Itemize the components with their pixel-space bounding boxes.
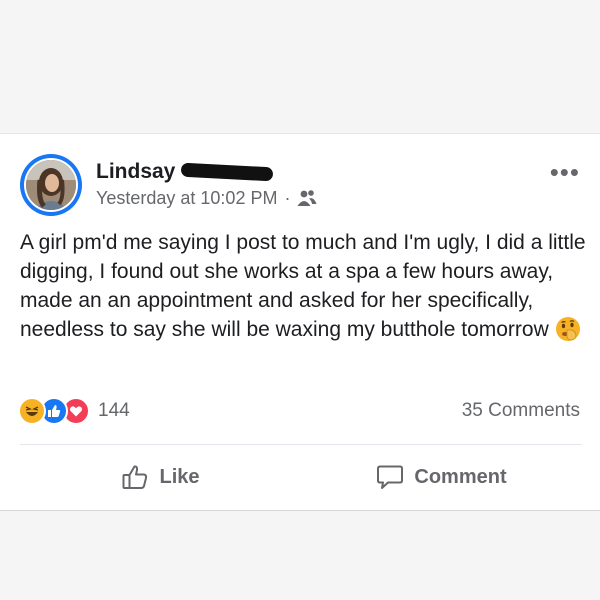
profile-photo bbox=[26, 160, 76, 210]
redacted-surname bbox=[181, 162, 274, 182]
shushing-face-emoji bbox=[555, 316, 581, 350]
post-body-text: A girl pm'd me saying I post to much and… bbox=[20, 231, 586, 341]
post-actions: Like Comment bbox=[20, 446, 582, 508]
comment-button-label: Comment bbox=[414, 465, 507, 488]
like-button-label: Like bbox=[159, 465, 200, 488]
reactions-summary: 144 35 Comments bbox=[18, 396, 580, 426]
post-meta: Yesterday at 10:02 PM · bbox=[96, 186, 317, 210]
post-body: A girl pm'd me saying I post to much and… bbox=[20, 228, 588, 350]
like-button[interactable]: Like bbox=[20, 446, 301, 508]
author-row: Lindsay bbox=[96, 158, 274, 186]
more-options-icon[interactable]: ••• bbox=[550, 159, 580, 185]
reaction-count[interactable]: 144 bbox=[98, 400, 130, 422]
profile-avatar[interactable] bbox=[20, 154, 82, 216]
haha-reaction-icon bbox=[18, 397, 46, 425]
comments-count-link[interactable]: 35 Comments bbox=[462, 400, 580, 422]
comment-button[interactable]: Comment bbox=[301, 446, 582, 508]
comment-bubble-icon bbox=[377, 465, 404, 489]
friends-icon[interactable] bbox=[297, 189, 317, 207]
post-timestamp[interactable]: Yesterday at 10:02 PM bbox=[96, 188, 277, 209]
reaction-icons[interactable] bbox=[18, 397, 90, 425]
post-card: Lindsay Yesterday at 10:02 PM · ••• A gi… bbox=[0, 133, 600, 511]
actions-divider bbox=[20, 444, 582, 445]
profile-photo-image bbox=[26, 160, 76, 210]
thumbs-up-icon bbox=[122, 465, 148, 489]
author-name[interactable]: Lindsay bbox=[96, 160, 175, 184]
meta-separator: · bbox=[284, 187, 291, 208]
